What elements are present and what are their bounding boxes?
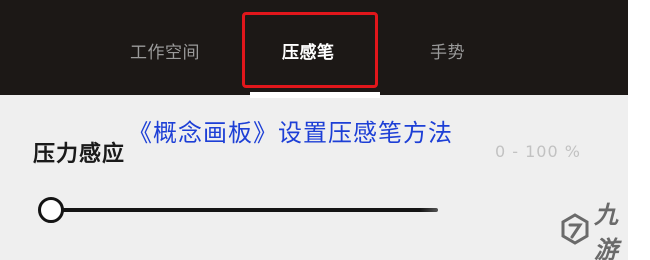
active-tab-indicator [250, 92, 380, 98]
pressure-slider-thumb[interactable] [38, 197, 64, 223]
app-window: 工作空间 压感笔 手势 压力感应 0 - 100 % 《概念画板》设置压感笔方法… [0, 0, 628, 260]
pressure-range-text: 0 - 100 % [495, 142, 581, 161]
pressure-sensitivity-label: 压力感应 [33, 142, 126, 167]
highlight-box [242, 12, 378, 88]
watermark-logo: 九游 [560, 201, 628, 260]
tab-gestures[interactable]: 手势 [430, 38, 465, 63]
tab-workspace[interactable]: 工作空间 [130, 38, 200, 63]
article-caption: 《概念画板》设置压感笔方法 [128, 119, 453, 147]
jiuyou-logo-icon [560, 213, 590, 247]
watermark-brand-text: 九游 [594, 201, 618, 260]
pressure-slider-track[interactable] [48, 208, 438, 212]
tab-bar: 工作空间 压感笔 手势 [0, 0, 628, 95]
